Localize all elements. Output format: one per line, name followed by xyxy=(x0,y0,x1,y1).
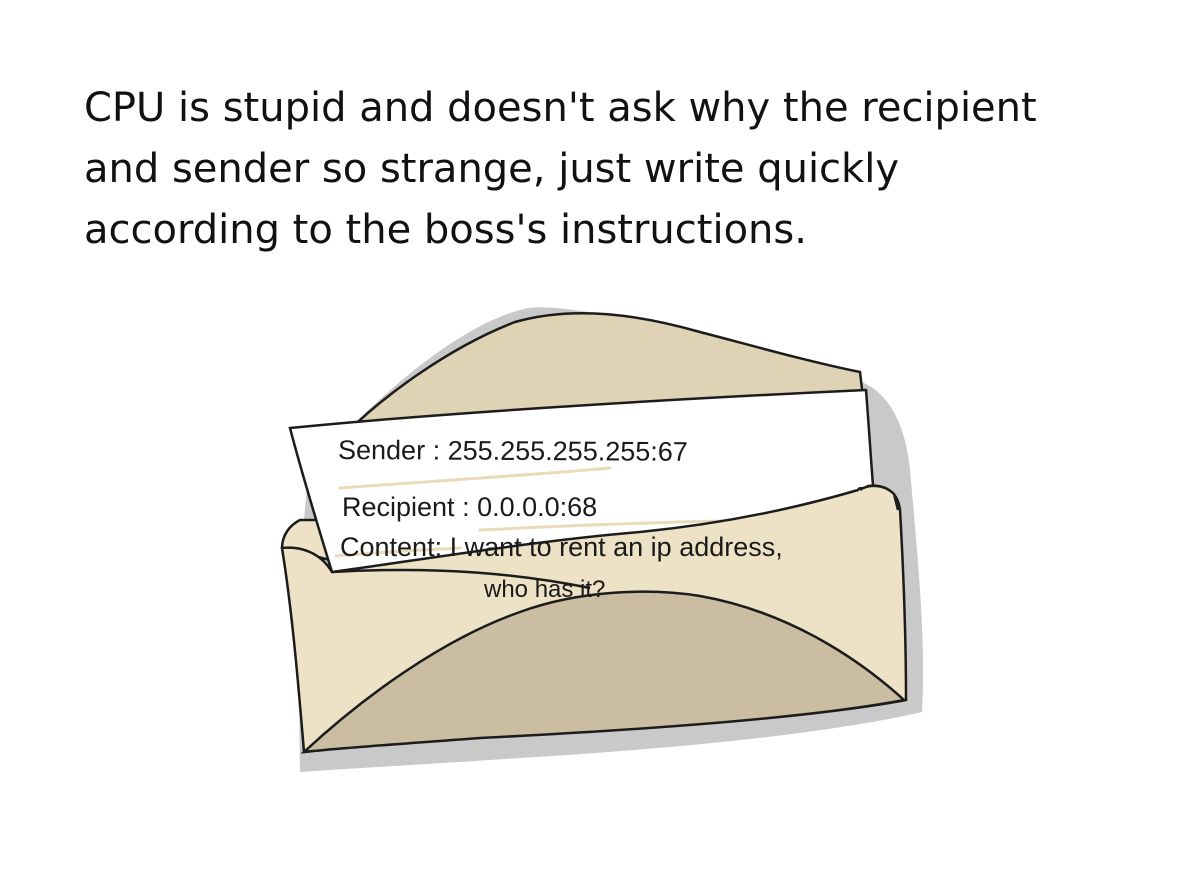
letter-recipient-line: Recipient : 0.0.0.0:68 xyxy=(342,492,597,522)
letter-content-line-1: Content: I want to rent an ip address, xyxy=(340,532,783,562)
open-envelope-illustration: Sender : 255.255.255.255:67 Recipient : … xyxy=(280,307,924,772)
letter-sender-line: Sender : 255.255.255.255:67 xyxy=(338,435,688,467)
letter-content-line-2: who has it? xyxy=(483,576,605,603)
